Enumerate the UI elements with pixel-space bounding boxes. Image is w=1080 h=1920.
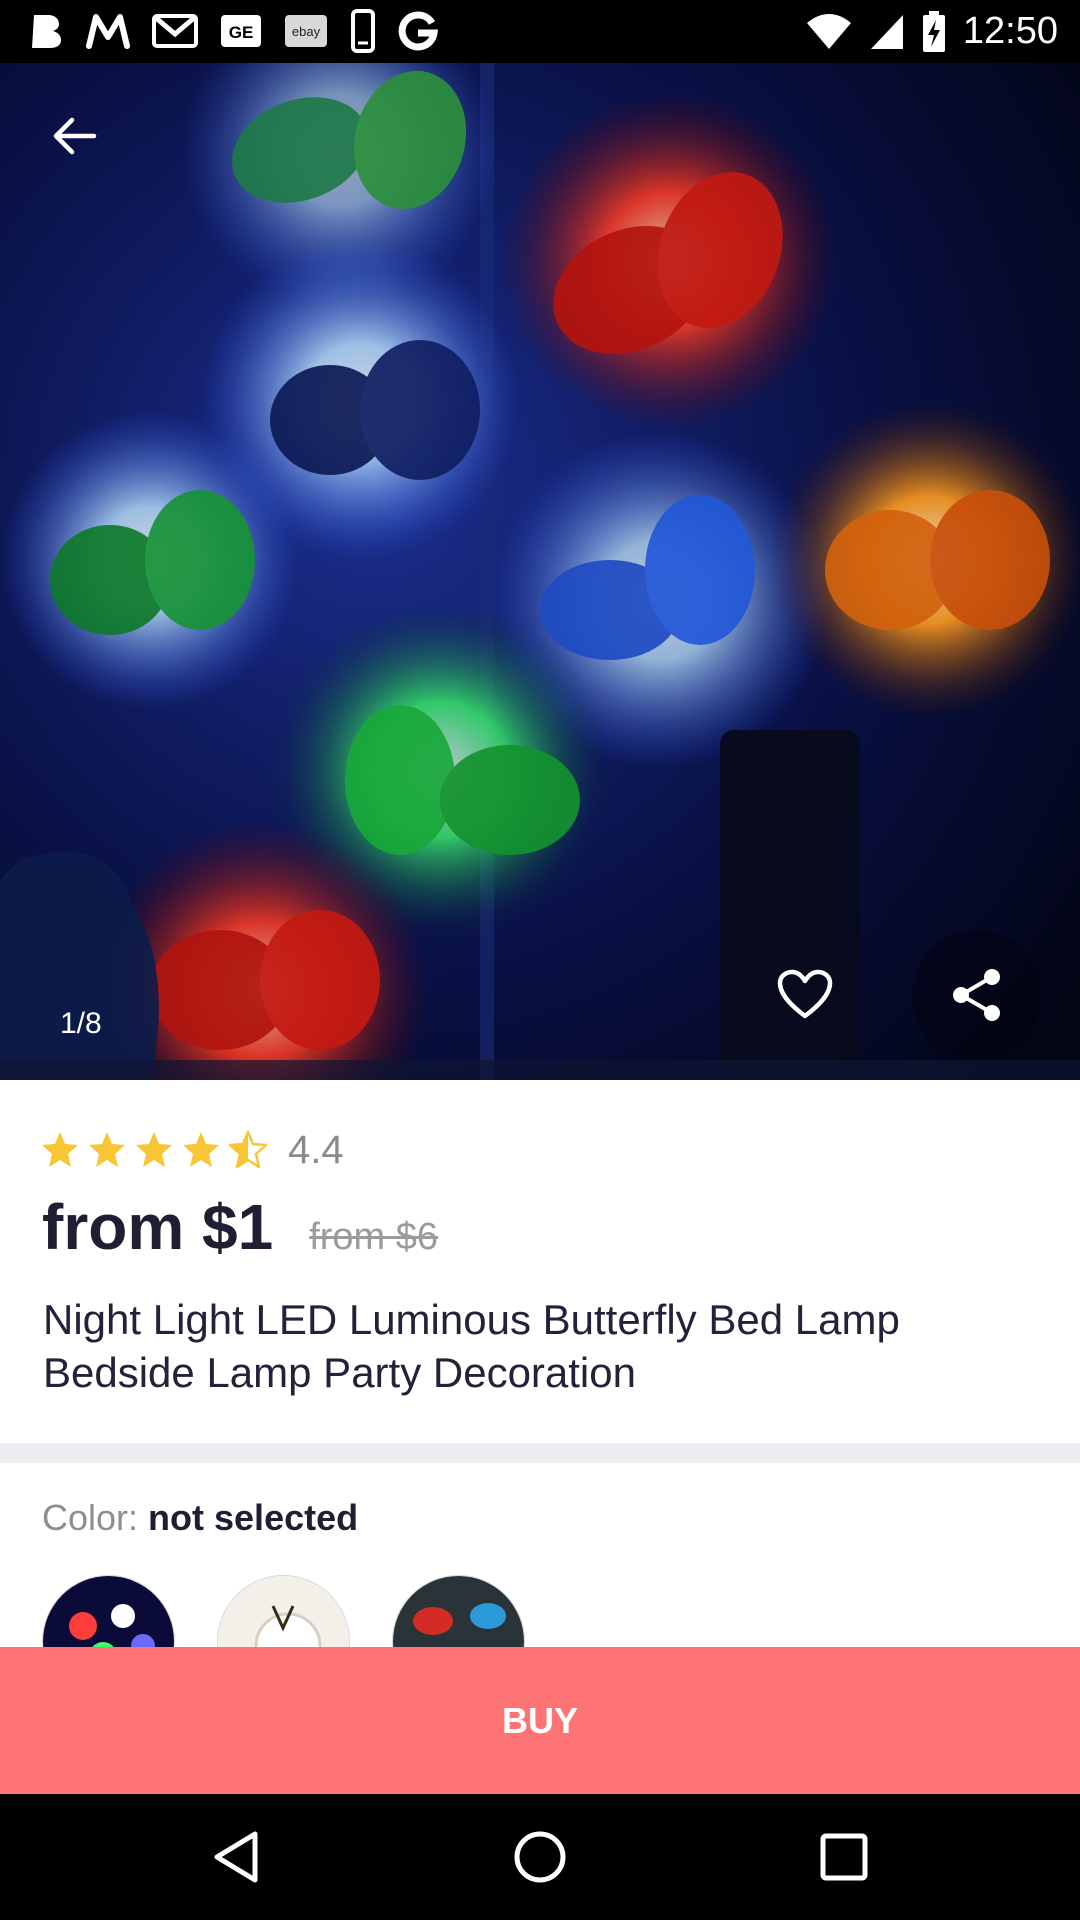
half-star-icon (228, 1130, 268, 1169)
image-counter: 1/8 (60, 1007, 102, 1040)
circle-home-icon (514, 1831, 566, 1883)
back-button[interactable] (40, 108, 108, 164)
star-rating (40, 1130, 268, 1170)
star-icon (183, 1132, 219, 1167)
star-icon (89, 1132, 125, 1167)
wifi-icon (806, 13, 851, 49)
price-row: from $1 from $6 (42, 1190, 438, 1264)
star-icon (136, 1132, 172, 1167)
price: from $1 (42, 1191, 274, 1263)
color-value: not selected (148, 1497, 359, 1538)
status-bar: GE ebay 12:50 (0, 0, 1080, 63)
color-label: Color: not selected (42, 1497, 358, 1539)
google-icon (398, 11, 438, 51)
phone-icon (350, 9, 376, 53)
clock: 12:50 (962, 10, 1058, 52)
arrow-left-icon (53, 117, 97, 155)
nav-back-button[interactable] (196, 1817, 276, 1897)
ebay-icon: ebay (284, 11, 328, 51)
share-icon (953, 969, 1000, 1021)
ge-icon: GE (220, 11, 262, 51)
m-app-icon (86, 11, 130, 51)
old-price: from $6 (309, 1216, 439, 1258)
b-app-icon (28, 11, 64, 51)
nav-home-button[interactable] (500, 1817, 580, 1897)
square-recents-icon (820, 1833, 868, 1881)
nav-recents-button[interactable] (804, 1817, 884, 1897)
product-title: Night Light LED Luminous Butterfly Bed L… (43, 1296, 900, 1396)
rating: 4.4 (40, 1125, 344, 1175)
navigation-bar (0, 1794, 1080, 1920)
section-divider (0, 1443, 1080, 1463)
share-button[interactable] (912, 930, 1042, 1060)
svg-text:ebay: ebay (292, 24, 321, 39)
gmail-icon (152, 11, 198, 51)
battery-charging-icon (922, 10, 945, 52)
color-key: Color: (42, 1497, 139, 1538)
product-image[interactable]: 1/8 (0, 0, 1080, 1080)
heart-icon (777, 969, 833, 1019)
butterfly-lights-photo (0, 0, 1080, 1080)
favorite-button[interactable] (770, 960, 840, 1030)
star-icon (42, 1132, 78, 1167)
rating-value: 4.4 (288, 1127, 344, 1172)
triangle-back-icon (214, 1831, 258, 1883)
cell-signal-icon (870, 14, 903, 49)
buy-button[interactable]: BUY (0, 1647, 1080, 1794)
svg-text:GE: GE (229, 23, 254, 42)
